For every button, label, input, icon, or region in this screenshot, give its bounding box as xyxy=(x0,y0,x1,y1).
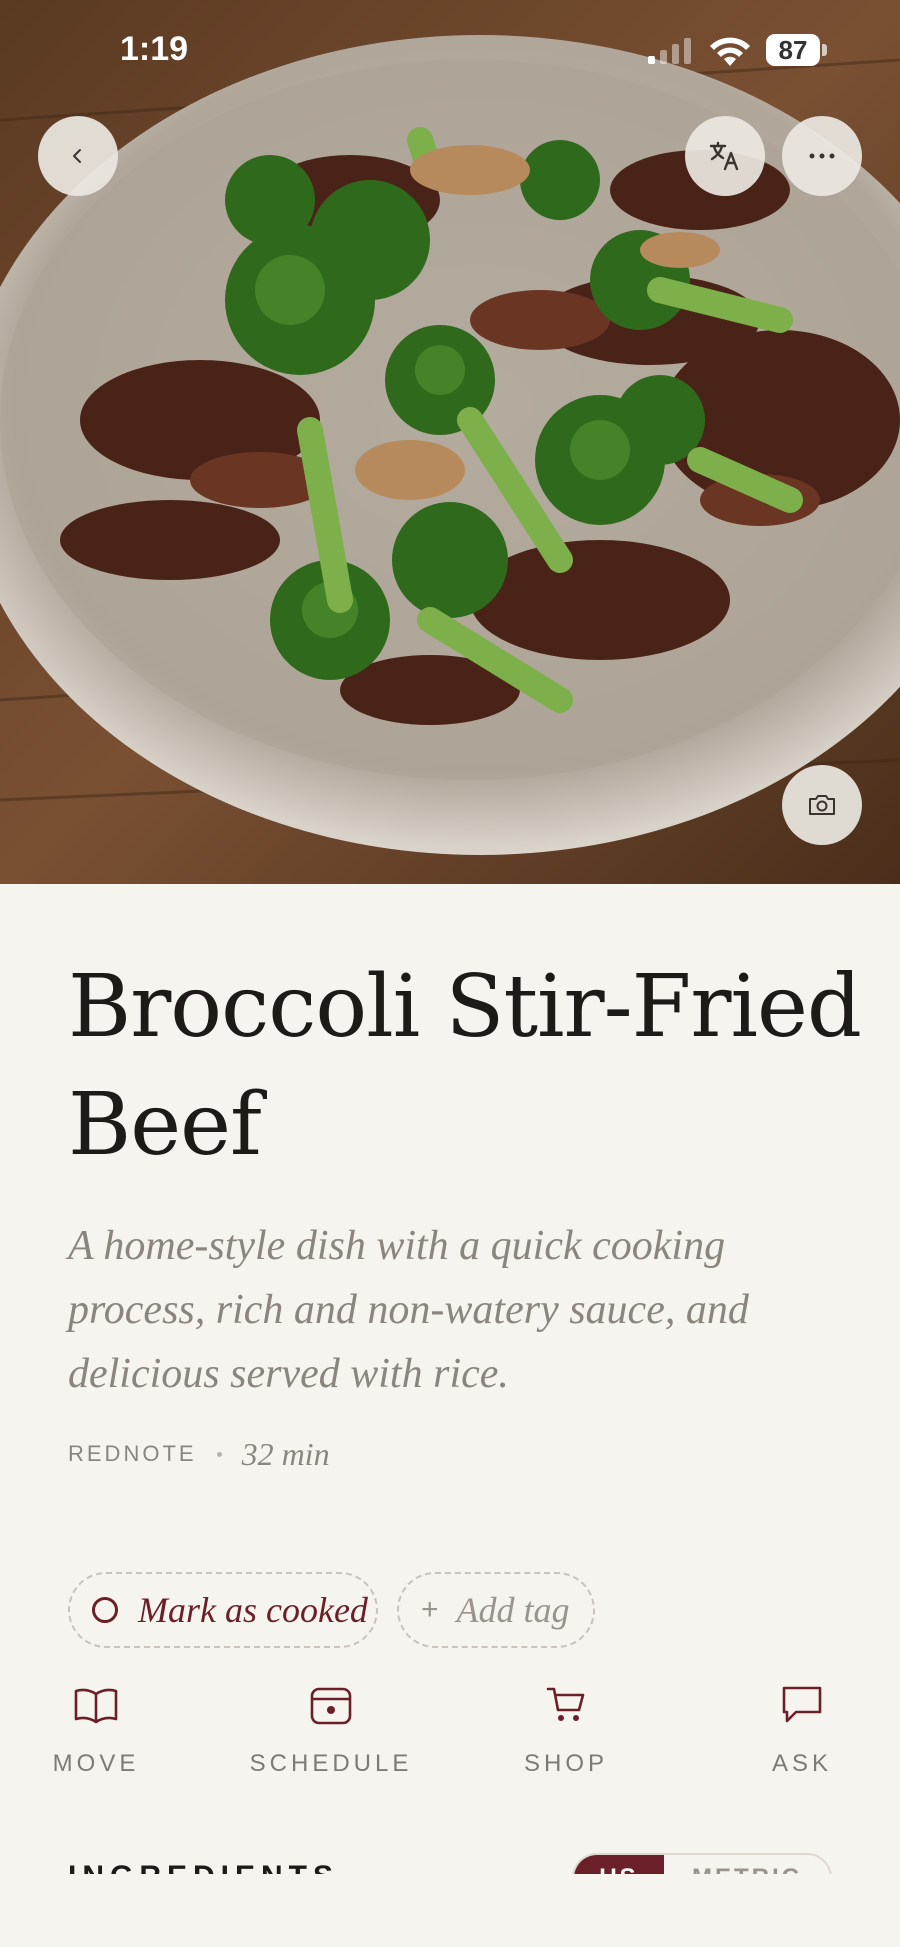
schedule-label: SCHEDULE xyxy=(249,1750,413,1777)
mark-as-cooked-label: Mark as cooked xyxy=(138,1590,368,1630)
battery-indicator: 87 xyxy=(766,34,820,66)
chat-bubble-icon xyxy=(782,1686,822,1723)
battery-tip xyxy=(822,44,827,56)
status-time: 1:19 xyxy=(120,30,189,68)
chevron-left-icon xyxy=(73,149,81,163)
cart-icon xyxy=(546,1687,585,1721)
circle-icon xyxy=(92,1597,118,1623)
cellular-signal-icon xyxy=(648,38,691,64)
plus-icon: + xyxy=(421,1593,439,1626)
more-options-button[interactable] xyxy=(782,116,862,196)
back-button[interactable] xyxy=(38,116,118,196)
translate-button[interactable] xyxy=(685,116,765,196)
ask-button[interactable]: ASK xyxy=(702,1680,900,1778)
camera-icon xyxy=(809,795,835,815)
translate-icon xyxy=(709,141,739,171)
bottom-fade xyxy=(0,1874,900,1947)
mark-as-cooked-button[interactable]: Mark as cooked xyxy=(68,1572,378,1648)
recipe-duration: 32 min xyxy=(241,1435,330,1472)
recipe-meta: REDNOTE 32 min xyxy=(68,1434,330,1474)
book-open-icon xyxy=(74,1688,118,1724)
ask-label: ASK xyxy=(771,1750,833,1777)
move-button[interactable]: MOVE xyxy=(0,1680,196,1778)
status-bar: 1:19 87 xyxy=(0,0,900,100)
calendar-icon xyxy=(310,1687,352,1725)
recipe-source[interactable]: REDNOTE xyxy=(68,1441,197,1467)
wifi-icon xyxy=(710,37,750,66)
shop-button[interactable]: SHOP xyxy=(466,1680,666,1778)
shop-label: SHOP xyxy=(523,1750,608,1777)
move-label: MOVE xyxy=(52,1750,140,1777)
camera-button[interactable] xyxy=(782,765,862,845)
add-tag-label: Add tag xyxy=(456,1590,570,1630)
recipe-description: A home-style dish with a quick cooking p… xyxy=(68,1223,749,1397)
recipe-title: Broccoli Stir-Fried Beef xyxy=(68,957,862,1175)
meta-separator xyxy=(216,1451,222,1457)
more-horizontal-icon xyxy=(809,153,835,159)
add-tag-button[interactable]: + Add tag xyxy=(397,1572,595,1648)
food-photo xyxy=(0,0,900,884)
recipe-hero-image xyxy=(0,0,900,884)
schedule-button[interactable]: SCHEDULE xyxy=(231,1680,431,1778)
